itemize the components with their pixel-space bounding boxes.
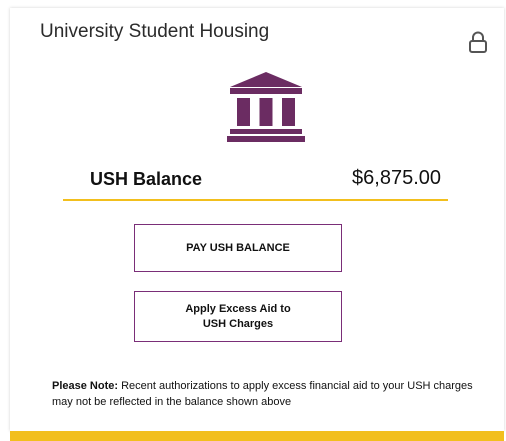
bottom-accent-bar <box>10 431 504 441</box>
apply-excess-aid-label-line2: USH Charges <box>202 317 274 330</box>
note-label: Please Note: <box>52 380 119 392</box>
balance-row: USH Balance $6,875.00 <box>63 167 448 201</box>
bank-building-icon <box>227 70 305 142</box>
note-text: Please Note: Recent authorizations to ap… <box>52 378 492 410</box>
housing-card: University Student Housing USH Balance $… <box>10 8 504 431</box>
balance-amount: $6,875.00 <box>352 167 441 189</box>
lock-icon <box>468 30 488 54</box>
apply-excess-aid-label-line1: Apply Excess Aid to <box>185 302 291 315</box>
pay-balance-button[interactable]: PAY USH BALANCE <box>134 224 342 272</box>
apply-excess-aid-button[interactable]: Apply Excess Aid to USH Charges <box>134 291 342 342</box>
balance-label: USH Balance <box>90 169 203 189</box>
pay-balance-button-label: PAY USH BALANCE <box>186 241 290 254</box>
card-title: University Student Housing <box>40 21 270 42</box>
